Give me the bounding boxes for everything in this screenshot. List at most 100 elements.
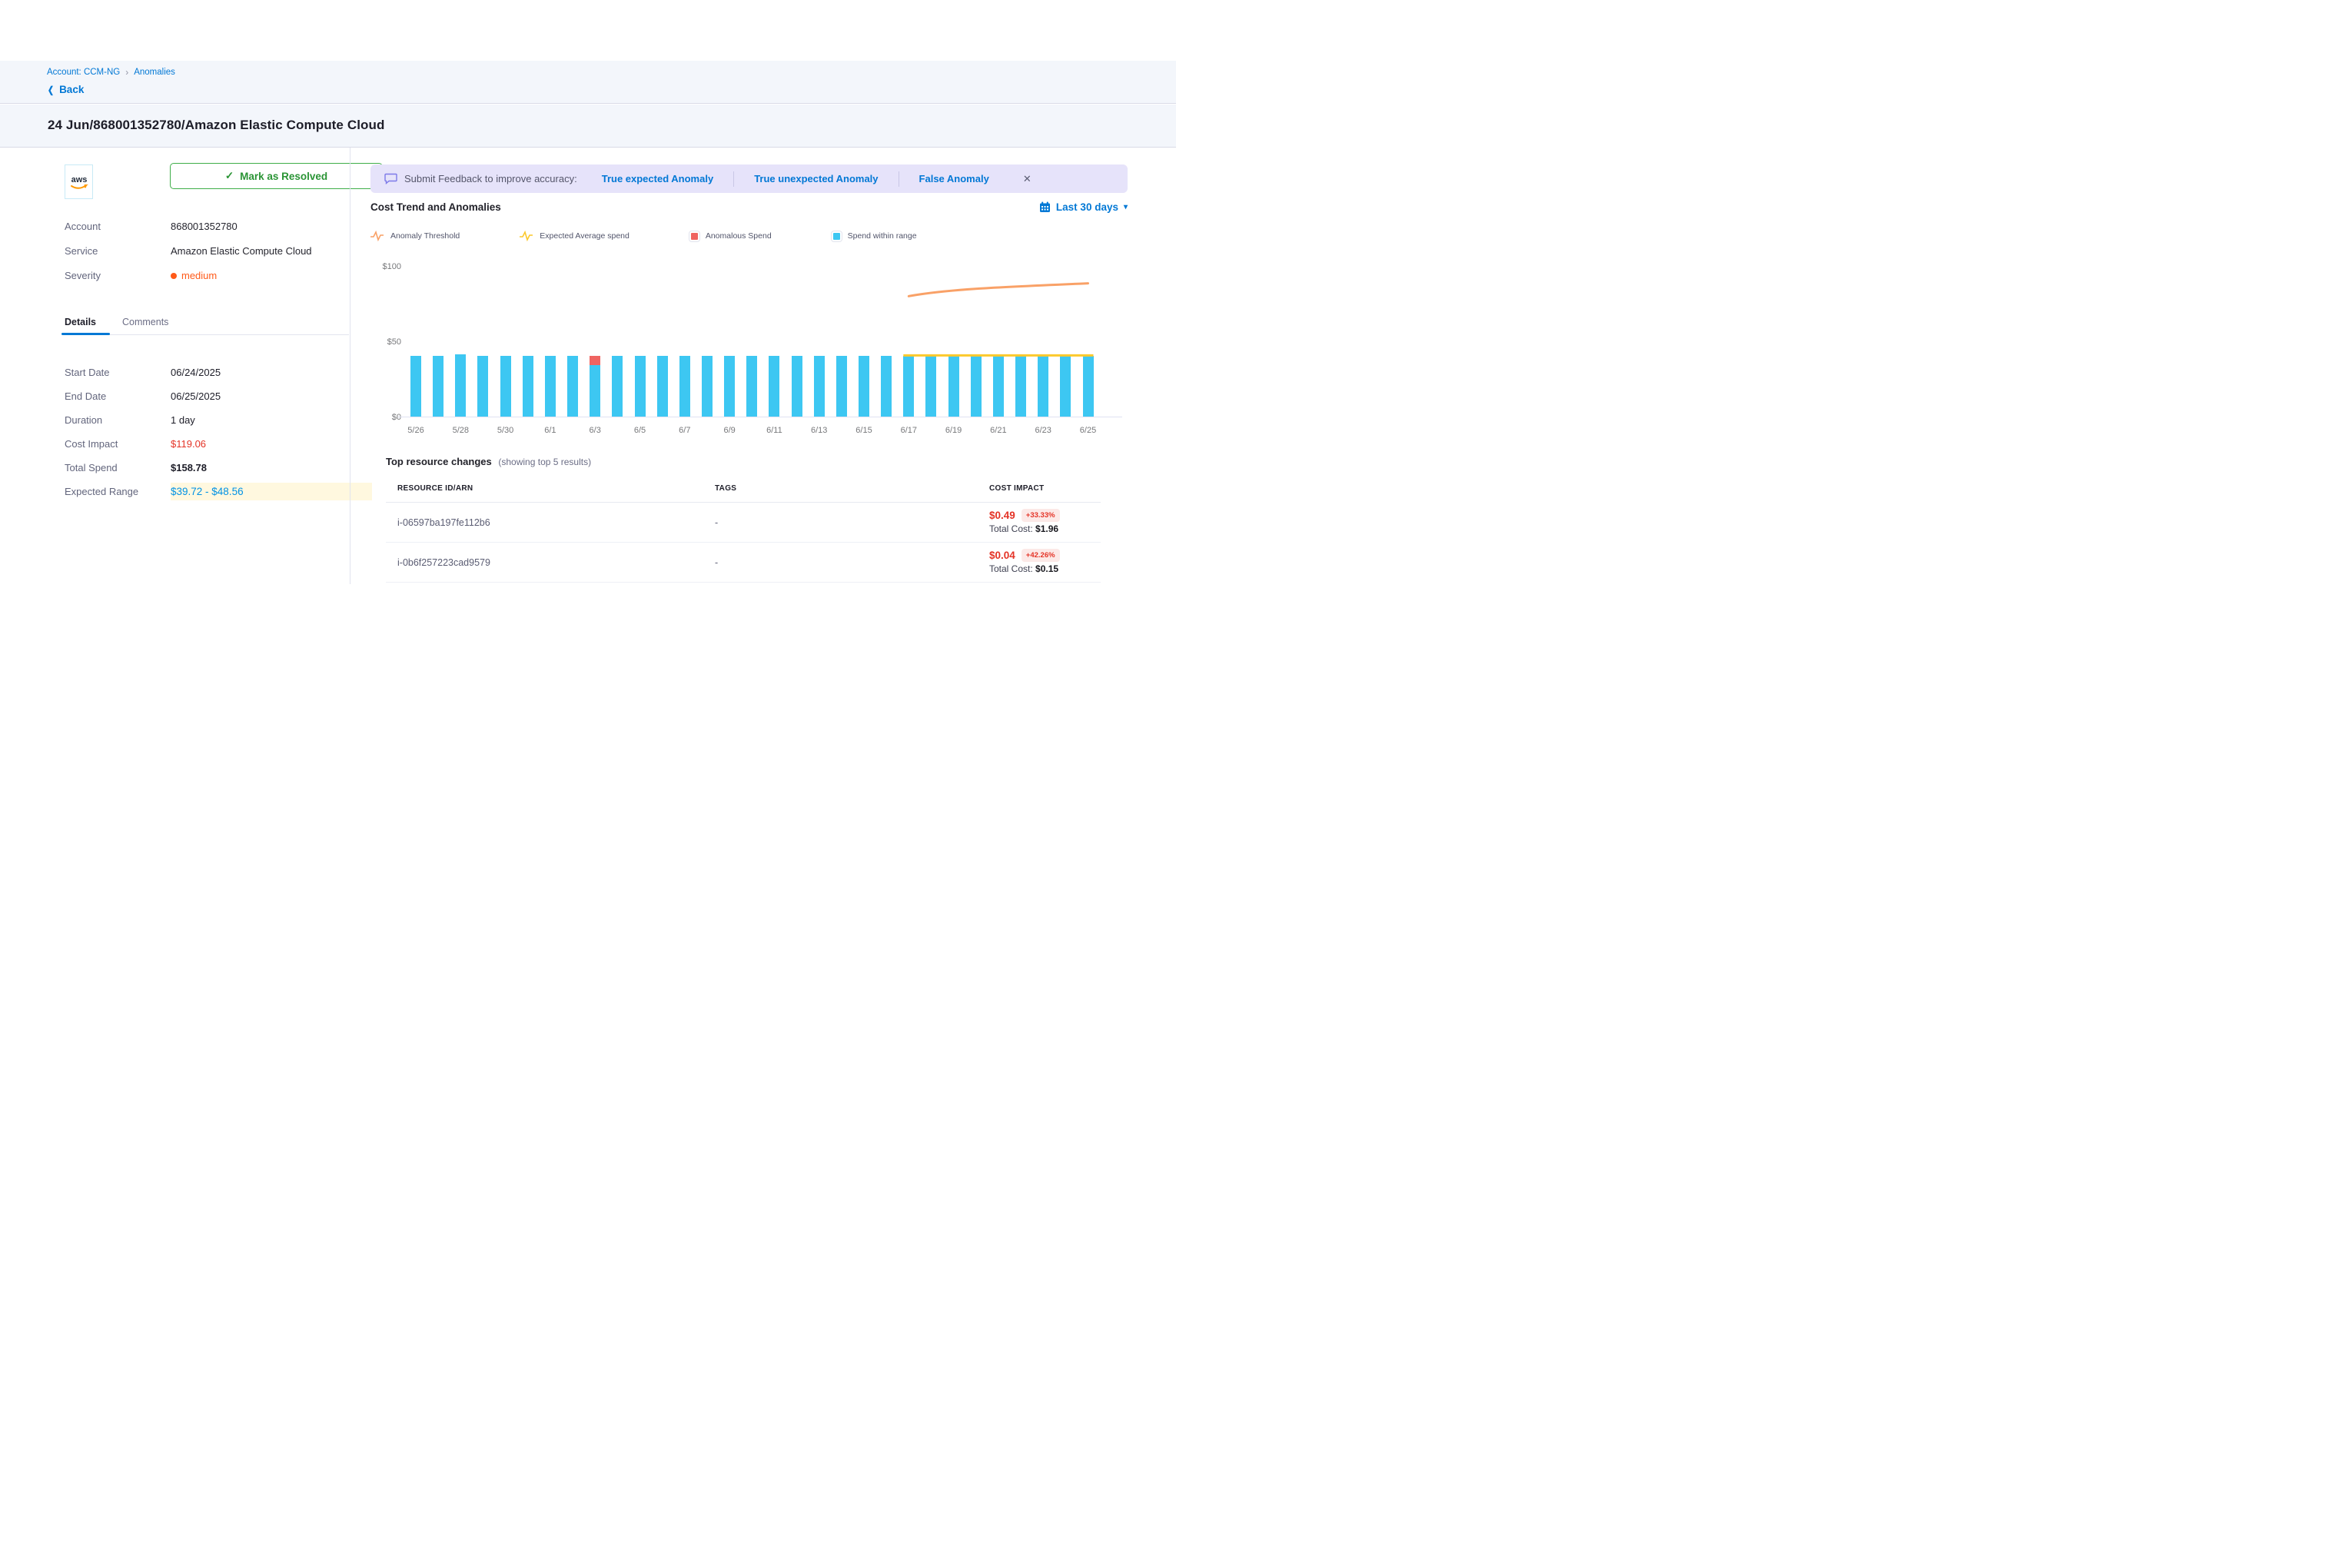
feedback-option[interactable]: False Anomaly <box>899 173 1009 184</box>
feedback-options: True expected AnomalyTrue unexpected Ano… <box>582 171 1009 187</box>
detail-value: 1 day <box>171 414 195 426</box>
detail-value: 06/24/2025 <box>171 367 221 378</box>
legend-label: Spend within range <box>848 231 917 241</box>
legend-box-icon <box>689 231 699 241</box>
detail-row: Cost Impact$119.06 <box>65 437 372 450</box>
detail-label: Cost Impact <box>65 438 171 450</box>
back-chevron-icon: ❮ <box>48 85 54 95</box>
date-range-label: Last 30 days <box>1056 201 1118 213</box>
table-row: i-06597ba197fe112b6-$0.49 +33.33%Total Co… <box>386 503 1101 543</box>
legend-label: Anomalous Spend <box>706 231 772 241</box>
detail-value: $158.78 <box>171 462 207 473</box>
detail-label: Expected Range <box>65 486 171 497</box>
breadcrumb-band: Account: CCM-NG › Anomalies ❮ Back <box>0 61 1176 104</box>
change-percent-badge: +33.33% <box>1022 509 1060 522</box>
cost-impact-cell: $0.04 +42.26%Total Cost: $0.15 <box>989 549 1089 576</box>
tags-cell: - <box>715 517 989 528</box>
summary-label: Severity <box>65 270 171 281</box>
breadcrumb-anomalies-link[interactable]: Anomalies <box>134 68 175 77</box>
date-range-selector[interactable]: Last 30 days ▾ <box>1039 201 1128 213</box>
resolve-button-label: Mark as Resolved <box>240 171 327 182</box>
tags-cell: - <box>715 557 989 568</box>
detail-value: 06/25/2025 <box>171 390 221 402</box>
summary-rows: Account868001352780 ServiceAmazon Elastic… <box>65 221 372 294</box>
aws-provider-icon: aws <box>65 164 93 199</box>
feedback-option[interactable]: True expected Anomaly <box>582 173 733 184</box>
detail-label: Total Spend <box>65 462 171 473</box>
resource-id-cell[interactable]: i-0b6f257223cad9579 <box>386 557 715 568</box>
detail-row: End Date06/25/2025 <box>65 389 372 403</box>
chevron-down-icon: ▾ <box>1124 203 1128 211</box>
feedback-option[interactable]: True unexpected Anomaly <box>734 173 898 184</box>
resource-id-cell[interactable]: i-06597ba197fe112b6 <box>386 517 715 528</box>
summary-value: medium <box>171 270 217 281</box>
table-subtitle: (showing top 5 results) <box>498 457 591 467</box>
cost-line: $0.49 +33.33% <box>989 509 1089 522</box>
total-cost-value: $0.15 <box>1035 563 1058 574</box>
legend-item: Expected Average spend <box>520 231 630 241</box>
svg-text:aws: aws <box>71 175 87 184</box>
legend-item: Anomalous Spend <box>689 231 772 241</box>
resource-table: RESOURCE ID/ARNTAGSCOST IMPACTi-06597ba1… <box>386 478 1101 583</box>
anomaly-threshold-line <box>909 284 1088 297</box>
back-button[interactable]: ❮ Back <box>47 84 84 95</box>
total-cost-value: $1.96 <box>1035 523 1058 534</box>
check-icon: ✓ <box>225 170 234 182</box>
page-title: 24 Jun/868001352780/Amazon Elastic Compu… <box>48 118 384 133</box>
summary-value: Amazon Elastic Compute Cloud <box>171 245 312 257</box>
column-header: TAGS <box>715 484 989 493</box>
summary-label: Account <box>65 221 171 232</box>
panel-tabs: Details Comments <box>65 317 349 335</box>
zigzag-line-icon <box>520 231 533 241</box>
chart-header: Cost Trend and Anomalies Last 30 days ▾ <box>370 201 1128 213</box>
breadcrumb-separator-icon: › <box>125 67 128 78</box>
total-cost-line: Total Cost: $0.15 <box>989 563 1058 574</box>
summary-row: ServiceAmazon Elastic Compute Cloud <box>65 245 372 257</box>
column-header: COST IMPACT <box>989 484 1089 493</box>
chart-title: Cost Trend and Anomalies <box>370 201 501 213</box>
legend-item: Spend within range <box>832 231 917 241</box>
summary-row: Severity medium <box>65 270 372 281</box>
table-title: Top resource changes <box>386 456 492 467</box>
detail-row: Total Spend$158.78 <box>65 460 372 474</box>
summary-label: Service <box>65 245 171 257</box>
table-header-row: RESOURCE ID/ARNTAGSCOST IMPACT <box>386 478 1101 503</box>
mark-as-resolved-button[interactable]: ✓ Mark as Resolved <box>170 163 383 189</box>
cost-impact-value: $0.04 <box>989 550 1015 561</box>
summary-value: 868001352780 <box>171 221 238 232</box>
cost-trend-chart: $0$50$1005/265/285/306/16/36/56/76/96/11… <box>370 257 1128 450</box>
feedback-banner: Submit Feedback to improve accuracy: Tru… <box>370 164 1128 193</box>
total-cost-line: Total Cost: $1.96 <box>989 523 1058 534</box>
legend-item: Anomaly Threshold <box>370 231 460 241</box>
feedback-prompt: Submit Feedback to improve accuracy: <box>404 173 577 184</box>
table-title-row: Top resource changes (showing top 5 resu… <box>386 456 591 467</box>
cost-line: $0.04 +42.26% <box>989 549 1089 562</box>
change-percent-badge: +42.26% <box>1022 549 1060 562</box>
legend-box-icon <box>832 231 842 241</box>
cost-impact-value: $0.49 <box>989 510 1015 521</box>
table-row: i-0b6f257223cad9579-$0.04 +42.26%Total Co… <box>386 543 1101 583</box>
detail-label: End Date <box>65 390 171 402</box>
feedback-close-icon[interactable]: ✕ <box>1023 173 1031 185</box>
severity-value: medium <box>181 270 217 281</box>
expected-range-highlight: $39.72 - $48.56 <box>171 483 372 500</box>
summary-row: Account868001352780 <box>65 221 372 232</box>
breadcrumb: Account: CCM-NG › Anomalies <box>47 67 175 78</box>
column-header: RESOURCE ID/ARN <box>386 484 715 493</box>
title-band: 24 Jun/868001352780/Amazon Elastic Compu… <box>0 105 1176 148</box>
zigzag-line-icon <box>370 231 384 241</box>
tab-details[interactable]: Details <box>65 317 96 334</box>
breadcrumb-account-link[interactable]: Account: CCM-NG <box>47 68 120 77</box>
detail-row: Start Date06/24/2025 <box>65 365 372 379</box>
chart-legend: Anomaly Threshold Expected Average spend A… <box>370 231 1128 241</box>
detail-value: $119.06 <box>171 438 206 450</box>
detail-row: Duration1 day <box>65 413 372 427</box>
detail-label: Start Date <box>65 367 171 378</box>
feedback-bubble-icon <box>384 173 397 184</box>
tab-comments[interactable]: Comments <box>122 317 168 334</box>
threshold-lines-overlay <box>370 257 1128 450</box>
legend-label: Expected Average spend <box>540 231 630 241</box>
anomaly-detail-page: Account: CCM-NG › Anomalies ❮ Back 24 Ju… <box>0 0 1176 784</box>
cost-impact-cell: $0.49 +33.33%Total Cost: $1.96 <box>989 509 1089 536</box>
legend-label: Anomaly Threshold <box>390 231 460 241</box>
